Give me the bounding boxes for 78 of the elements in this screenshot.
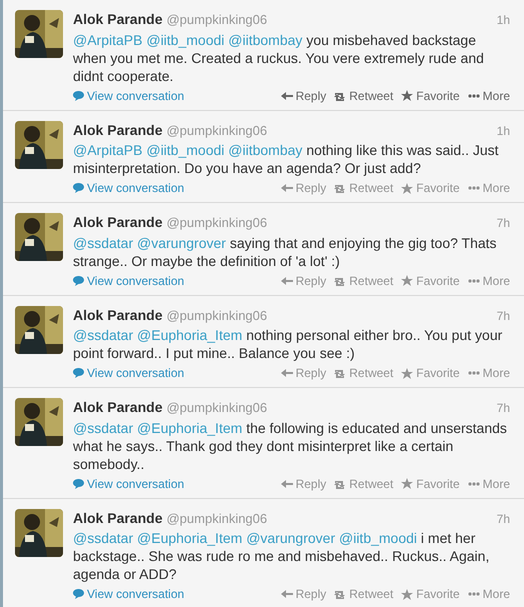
tweet-time[interactable]: 7h	[496, 214, 510, 232]
retweet-button[interactable]: Retweet	[334, 272, 394, 288]
favorite-button[interactable]: Favorite	[401, 365, 460, 381]
tweet-text: @ssdatar @Euphoria_Item nothing personal either bro.. You put your point forward.. I put mine.. Balance you see :)	[73, 326, 504, 362]
more-button[interactable]: More	[468, 88, 510, 104]
view-conversation-link[interactable]: View conversation	[73, 476, 184, 492]
favorite-button[interactable]: Favorite	[401, 272, 460, 288]
star-icon	[401, 275, 414, 286]
reply-icon	[280, 183, 293, 193]
reply-icon	[280, 276, 293, 286]
user-handle[interactable]: @pumpkinking06	[166, 398, 268, 418]
speech-bubble-icon	[73, 183, 84, 193]
more-button[interactable]: More	[468, 586, 510, 602]
reply-button[interactable]: Reply	[280, 88, 326, 104]
speech-bubble-icon	[73, 276, 84, 286]
reply-button[interactable]: Reply	[280, 272, 326, 288]
user-handle[interactable]: @pumpkinking06	[166, 508, 268, 528]
favorite-button[interactable]: Favorite	[401, 586, 460, 602]
view-conversation-link[interactable]: View conversation	[73, 272, 184, 288]
favorite-button[interactable]: Favorite	[401, 476, 460, 492]
more-button[interactable]: More	[468, 365, 510, 381]
retweet-icon	[334, 276, 346, 286]
user-name[interactable]: Alok Parande	[73, 10, 162, 28]
favorite-button[interactable]: Favorite	[401, 88, 460, 104]
view-conversation-link[interactable]: View conversation	[73, 586, 184, 602]
tweet-text: @ssdatar @varungrover saying that and enjoying the gig too? Thats strange.. Or maybe the definition of 'a lot' :)	[73, 234, 498, 270]
retweet-icon	[334, 589, 346, 599]
retweet-button[interactable]: Retweet	[334, 180, 394, 196]
star-icon	[401, 588, 414, 600]
user-name[interactable]: Alok Parande	[73, 508, 162, 526]
retweet-icon	[334, 368, 346, 378]
tweet-time[interactable]: 1h	[496, 122, 510, 140]
tweet-time[interactable]: 7h	[496, 399, 510, 417]
reply-button[interactable]: Reply	[280, 180, 326, 196]
view-conversation-link[interactable]: View conversation	[73, 88, 184, 104]
retweet-button[interactable]: Retweet	[334, 476, 394, 492]
star-icon	[401, 368, 414, 378]
more-button[interactable]: More	[468, 180, 510, 196]
view-conversation-link[interactable]: View conversation	[73, 180, 184, 196]
tweet-time[interactable]: 7h	[496, 510, 510, 528]
tweet-text: @ssdatar @Euphoria_Item @varungrover @iitb_moodi i met her backstage.. She was rude ro me and misbehaved.. Ruckus.. Again, agenda or ADD?	[73, 529, 490, 583]
speech-bubble-icon	[73, 90, 84, 100]
reply-icon	[280, 478, 293, 488]
star-icon	[401, 90, 414, 101]
user-handle[interactable]: @pumpkinking06	[166, 120, 268, 140]
reply-button[interactable]: Reply	[280, 586, 326, 602]
more-button[interactable]: More	[468, 272, 510, 288]
user-handle[interactable]: @pumpkinking06	[166, 213, 268, 232]
reply-icon	[280, 90, 293, 100]
tweet-text: @ArpitaPB @iitb_moodi @iitbombay you misbehaved backstage when you met me. Created a ruckus. You vere extremely rude and didnt cooperate.	[73, 30, 485, 84]
reply-icon	[280, 589, 293, 599]
reply-button[interactable]: Reply	[280, 365, 326, 381]
user-handle[interactable]: @pumpkinking06	[166, 10, 268, 30]
view-conversation-link[interactable]: View conversation	[73, 365, 184, 381]
user-handle[interactable]: @pumpkinking06	[166, 306, 268, 325]
retweet-button[interactable]: Retweet	[334, 365, 394, 381]
more-button[interactable]: More	[468, 476, 510, 492]
user-name[interactable]: Alok Parande	[73, 120, 162, 138]
user-name[interactable]: Alok Parande	[73, 306, 162, 324]
star-icon	[401, 182, 414, 194]
retweet-button[interactable]: Retweet	[334, 586, 394, 602]
user-name[interactable]: Alok Parande	[73, 398, 162, 416]
favorite-button[interactable]: Favorite	[401, 180, 460, 196]
tweet-text: @ArpitaPB @iitb_moodi @iitbombay nothing like this was said.. Just misinterpretation. Do you have an agenda? Or just add?	[73, 141, 500, 177]
tweet-time[interactable]: 1h	[496, 11, 510, 29]
tweet-text: @ssdatar @Euphoria_Item the following is educated and unserstands what he says.. Thank god they dont misinterpret like a certain somebody..	[73, 418, 508, 472]
retweet-button[interactable]: Retweet	[334, 88, 394, 104]
user-name[interactable]: Alok Parande	[73, 213, 162, 231]
reply-icon	[280, 368, 293, 378]
retweet-icon	[334, 90, 346, 100]
speech-bubble-icon	[73, 368, 84, 378]
star-icon	[401, 478, 414, 489]
tweet-time[interactable]: 7h	[496, 306, 510, 324]
retweet-icon	[334, 478, 346, 488]
speech-bubble-icon	[73, 589, 84, 599]
speech-bubble-icon	[73, 478, 84, 488]
retweet-icon	[334, 183, 346, 193]
reply-button[interactable]: Reply	[280, 476, 326, 492]
